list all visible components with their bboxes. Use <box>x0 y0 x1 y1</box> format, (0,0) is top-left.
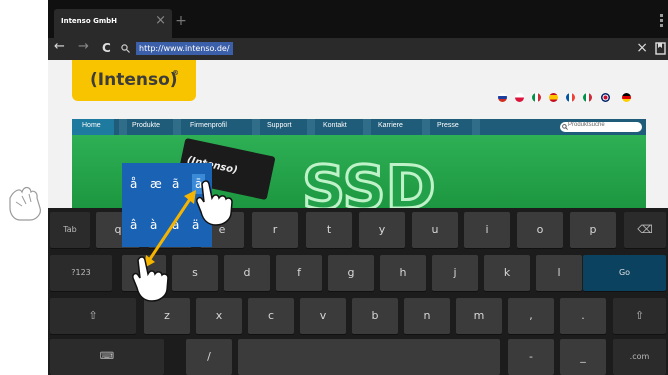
language-flags <box>498 87 634 106</box>
key-symbols[interactable]: ?123 <box>50 255 112 291</box>
shift-left-icon[interactable]: ⇧ <box>50 298 136 334</box>
accent-option[interactable]: à <box>150 218 157 232</box>
tab-bar: Intenso GmbH × + <box>48 0 668 38</box>
key-y[interactable]: y <box>359 212 405 248</box>
key-j[interactable]: j <box>432 255 478 291</box>
hand-gesture-icon <box>9 186 41 221</box>
site-menu: Home Produkte Firmenprofil Support Konta… <box>72 119 646 135</box>
key-c[interactable]: c <box>248 298 294 334</box>
url-bar: ← → C http://www.intenso.de/ × <box>48 38 668 60</box>
key-h[interactable]: h <box>380 255 426 291</box>
url-clear-icon[interactable]: × <box>636 40 648 56</box>
key-m[interactable]: m <box>456 298 502 334</box>
accent-option[interactable]: æ <box>150 177 162 191</box>
key-t[interactable]: t <box>306 212 352 248</box>
key-g[interactable]: g <box>328 255 374 291</box>
menu-item-presse[interactable]: Presse <box>437 122 459 129</box>
key-p[interactable]: p <box>570 212 616 248</box>
backspace-icon[interactable]: ⌫ <box>624 212 666 248</box>
product-search-input[interactable]: Produktsuche <box>560 122 642 132</box>
key-b[interactable]: b <box>352 298 398 334</box>
key-n[interactable]: n <box>404 298 450 334</box>
accent-option[interactable]: â <box>130 218 137 232</box>
url-input[interactable]: http://www.intenso.de/ <box>136 42 233 55</box>
bookmarks-icon[interactable] <box>655 42 666 55</box>
menu-item-support[interactable]: Support <box>267 122 292 129</box>
flag-icon[interactable] <box>532 93 542 102</box>
key-z[interactable]: z <box>144 298 190 334</box>
logo-registered-mark: ® <box>172 69 179 77</box>
flag-icon[interactable] <box>498 93 507 102</box>
banner-ssd-text: SSD <box>301 152 438 211</box>
forward-icon[interactable]: → <box>78 39 89 54</box>
accent-option[interactable]: å <box>130 177 137 191</box>
accent-option[interactable]: ã <box>172 177 179 191</box>
browser-tab[interactable]: Intenso GmbH × <box>54 9 172 38</box>
accent-option[interactable]: á <box>172 218 179 232</box>
back-icon[interactable]: ← <box>54 39 65 54</box>
key-l[interactable]: l <box>536 255 582 291</box>
key-k[interactable]: k <box>484 255 530 291</box>
shift-right-icon[interactable]: ⇧ <box>613 298 666 334</box>
key-d[interactable]: d <box>224 255 270 291</box>
menu-item-firmenprofil[interactable]: Firmenprofil <box>190 122 227 129</box>
reload-icon[interactable]: C <box>102 41 111 55</box>
key-go[interactable]: Go <box>583 255 666 291</box>
key-space[interactable] <box>238 339 500 375</box>
key-dotcom[interactable]: .com <box>613 339 666 375</box>
flag-icon[interactable] <box>621 93 631 102</box>
overflow-menu-icon[interactable] <box>660 14 663 29</box>
key-underscore[interactable]: _ <box>560 339 606 375</box>
key-u[interactable]: u <box>412 212 458 248</box>
intenso-logo[interactable]: (Intenso) ® <box>72 60 196 101</box>
menu-item-home[interactable]: Home <box>82 122 101 129</box>
hand-pointer-icon <box>196 180 233 226</box>
key-x[interactable]: x <box>196 298 242 334</box>
menu-item-kontakt[interactable]: Kontakt <box>323 122 347 129</box>
new-tab-button[interactable]: + <box>174 10 188 32</box>
keyboard-settings-icon[interactable]: ⌨ <box>50 339 164 375</box>
key-s[interactable]: s <box>172 255 218 291</box>
tab-close-icon[interactable]: × <box>155 13 166 28</box>
key-i[interactable]: i <box>464 212 510 248</box>
key-f[interactable]: f <box>276 255 322 291</box>
key-comma[interactable]: , <box>508 298 554 334</box>
key-tab[interactable]: Tab <box>50 212 90 248</box>
flag-icon[interactable] <box>566 93 576 102</box>
key-period[interactable]: . <box>560 298 606 334</box>
menu-item-produkte[interactable]: Produkte <box>132 122 160 129</box>
logo-text: (Intenso) <box>90 70 178 90</box>
flag-icon[interactable] <box>600 93 610 102</box>
key-dash[interactable]: - <box>508 339 554 375</box>
flag-icon[interactable] <box>549 93 559 102</box>
key-o[interactable]: o <box>517 212 563 248</box>
key-v[interactable]: v <box>300 298 346 334</box>
menu-item-karriere[interactable]: Karriere <box>378 122 403 129</box>
search-icon <box>121 44 130 53</box>
tab-title: Intenso GmbH <box>61 17 117 25</box>
flag-icon[interactable] <box>515 93 525 102</box>
tablet-screen: Intenso GmbH × + ← → C http://www.intens… <box>48 0 668 375</box>
key-slash[interactable]: / <box>186 339 232 375</box>
search-placeholder: Produktsuche <box>568 122 605 128</box>
key-r[interactable]: r <box>252 212 298 248</box>
hand-pointer-icon <box>132 256 169 302</box>
flag-icon[interactable] <box>583 93 593 102</box>
